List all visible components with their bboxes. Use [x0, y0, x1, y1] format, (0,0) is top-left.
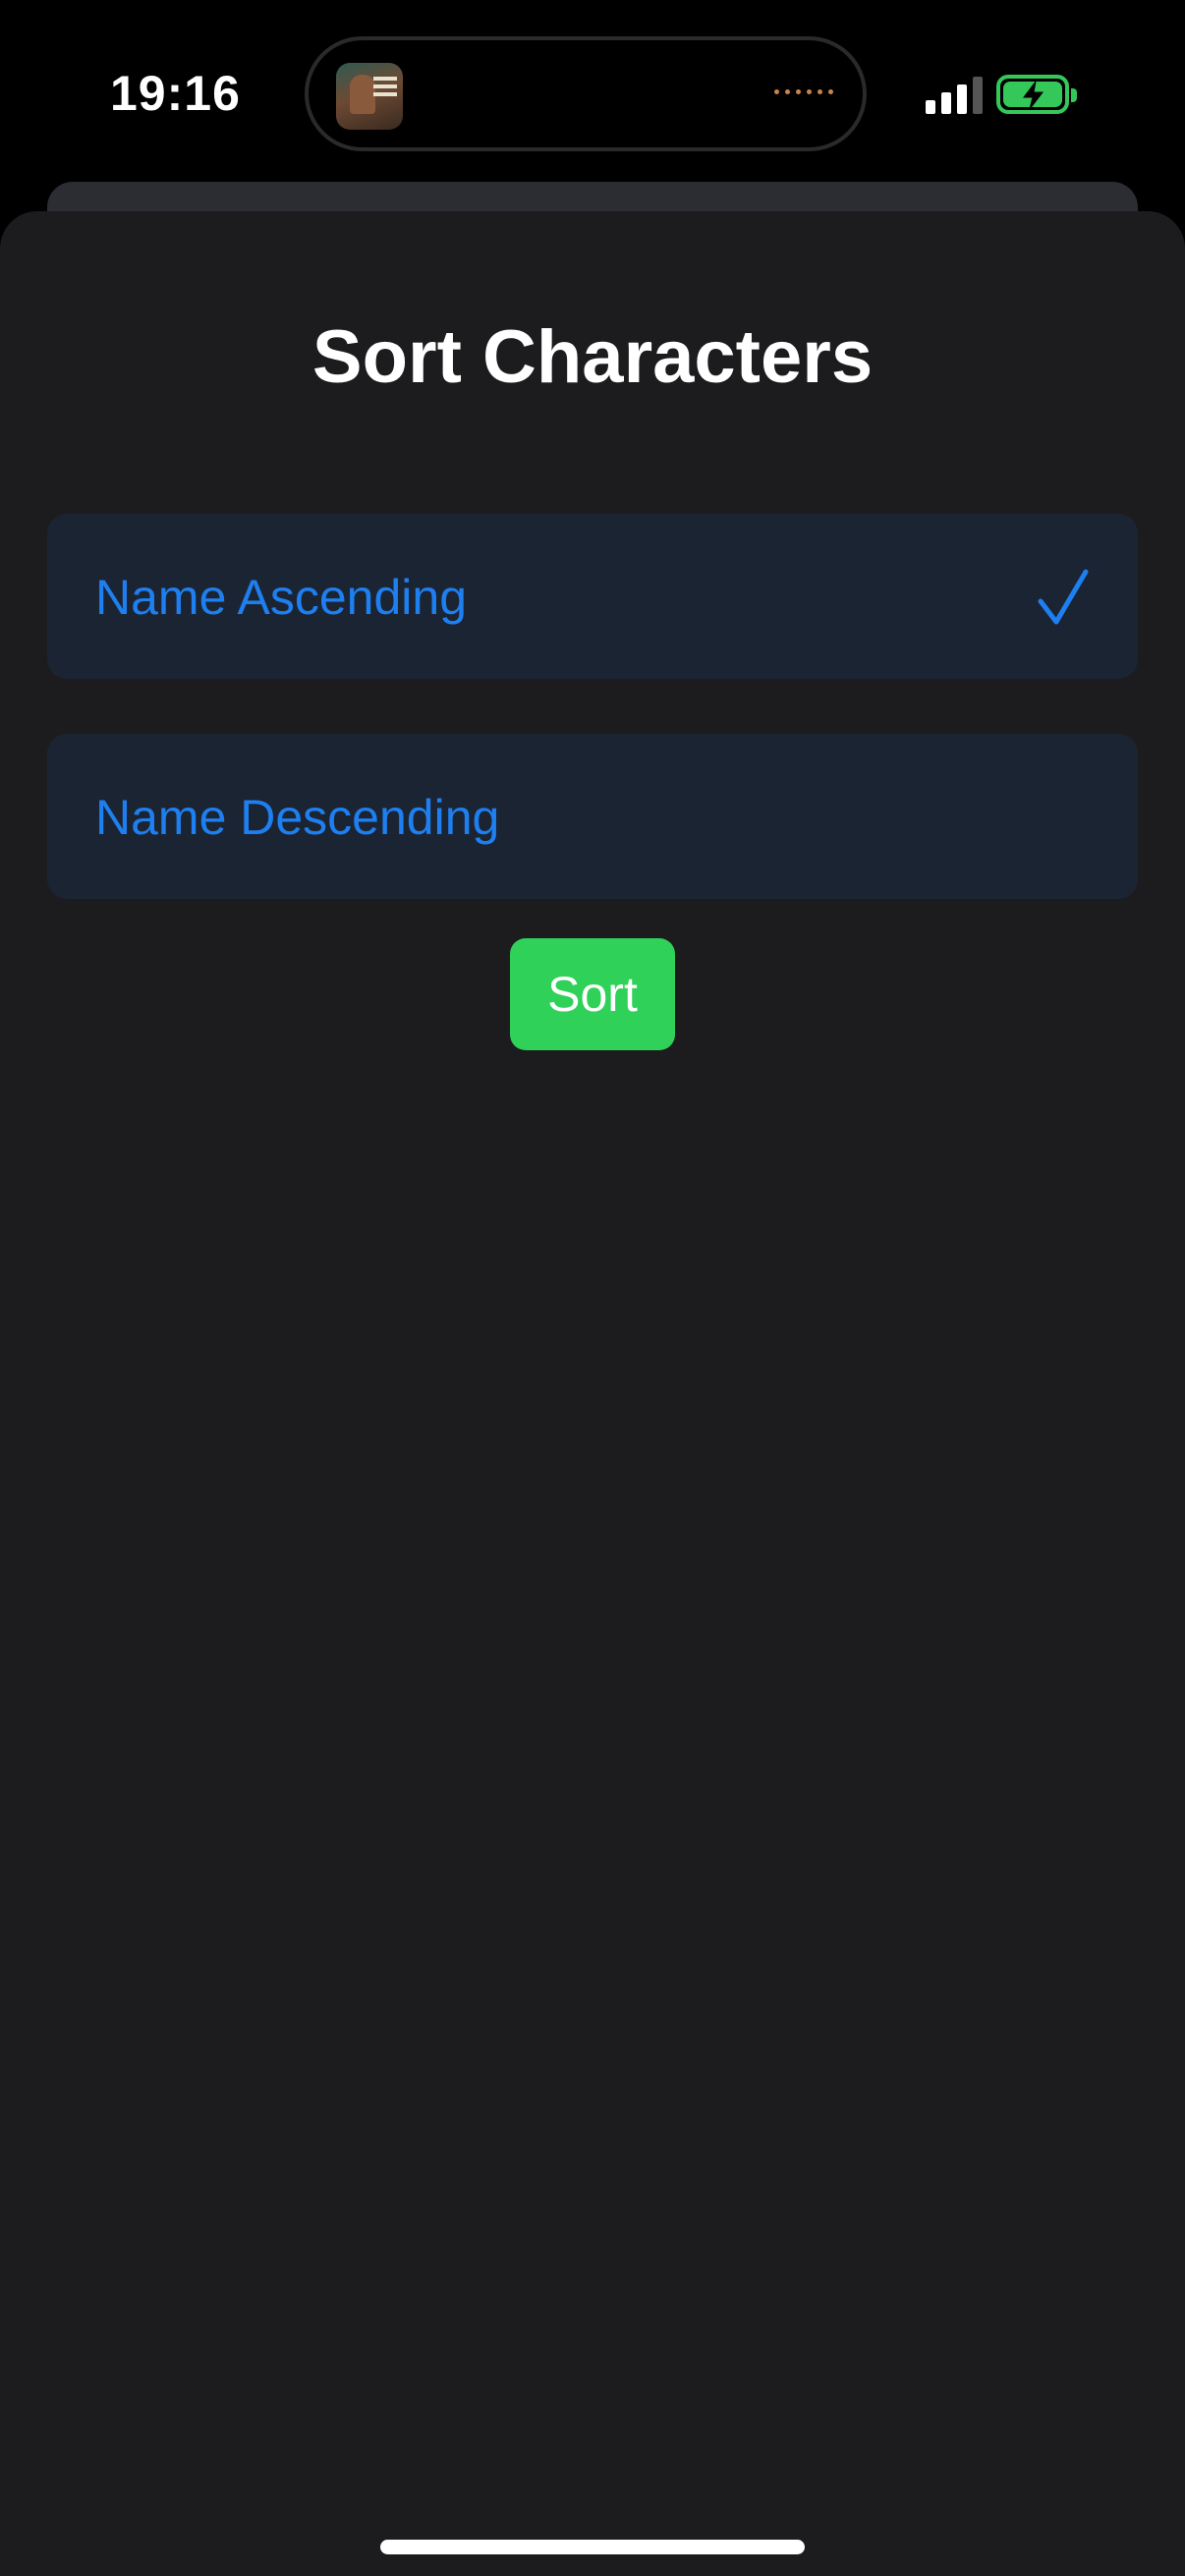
option-label: Name Ascending: [95, 570, 468, 625]
option-name-ascending[interactable]: Name Ascending: [47, 514, 1138, 679]
option-name-descending[interactable]: Name Descending: [47, 734, 1138, 899]
dynamic-island[interactable]: [305, 36, 867, 151]
sort-button[interactable]: Sort: [510, 938, 675, 1050]
sheet-title: Sort Characters: [311, 315, 874, 399]
sort-sheet: Sort Characters Name Ascending Name Desc…: [0, 211, 1185, 2576]
status-bar: 19:16: [0, 0, 1185, 187]
status-time: 19:16: [110, 66, 241, 121]
cellular-signal-icon: [926, 77, 985, 114]
audio-waveform-icon: [774, 89, 833, 94]
battery-charging-icon: [996, 75, 1077, 114]
option-label: Name Descending: [95, 790, 500, 845]
now-playing-artwork[interactable]: [336, 63, 403, 130]
home-indicator[interactable]: [380, 2540, 805, 2554]
checkmark-icon: [1038, 569, 1089, 625]
